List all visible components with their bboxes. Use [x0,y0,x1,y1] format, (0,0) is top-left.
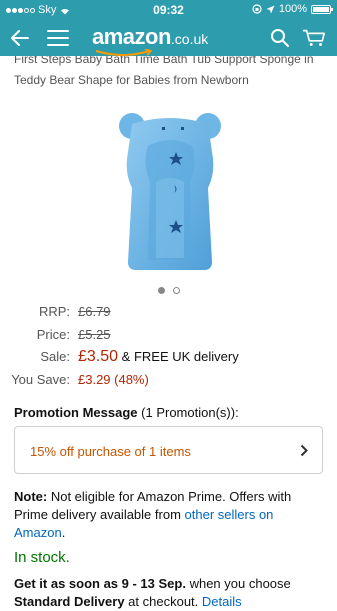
battery-percent: 100% [278,3,307,15]
promotion-count: (1 Promotion(s)): [141,405,239,420]
promotion-offer-text: 15% off purchase of 1 items [30,444,191,459]
sale-row: Sale: £3.50 & FREE UK delivery [0,348,337,368]
product-image[interactable] [118,112,222,272]
image-pager[interactable] [0,287,337,294]
prime-note: Note: Not eligible for Amazon Prime. Off… [14,488,326,542]
delivery-rest: when you choose [189,576,291,591]
brand-name: amazon [92,24,171,49]
rrp-row: RRP: £6.79 [0,304,337,324]
delivery-lead: Get it as soon as 9 - 13 Sep. [14,576,186,591]
pager-dot[interactable] [157,287,165,294]
you-save-value: £3.29 (48%) [78,372,149,387]
chevron-right-icon [300,444,308,457]
cart-icon[interactable] [302,26,326,50]
status-right: 100% [252,3,333,15]
brand-domain: .co.uk [170,31,209,47]
delivery-option: Standard Delivery [14,594,125,609]
promotion-offer-button[interactable]: 15% off purchase of 1 items [14,426,323,474]
header-bar: amazon.co.uk [0,20,337,56]
rrp-value: £6.79 [78,304,111,319]
you-save-row: You Save: £3.29 (48%) [0,372,337,392]
product-title-line2: Teddy Bear Shape for Babies from Newborn [14,73,249,87]
search-icon[interactable] [268,26,292,50]
price-row: Price: £5.25 [0,327,337,347]
back-arrow-icon[interactable] [8,26,32,50]
promotion-title: Promotion Message [14,405,138,420]
orientation-lock-icon [252,4,262,14]
details-link[interactable]: Details [202,594,242,609]
note-label: Note: [14,489,48,504]
amazon-logo[interactable]: amazon.co.uk [92,24,209,56]
location-icon [266,5,275,13]
sale-price: £3.50 [78,348,119,365]
sale-value-group: £3.50 & FREE UK delivery [78,348,239,366]
delivery-info: Get it as soon as 9 - 13 Sep. when you c… [14,575,329,611]
note-end: . [61,525,66,540]
rrp-label: RRP: [38,304,70,319]
you-save-label: You Save: [11,372,70,387]
price-label: Price: [36,327,70,342]
product-title-line1: First Steps Baby Bath Time Bath Tub Supp… [14,56,314,66]
menu-icon[interactable] [46,26,70,50]
price-value: £5.25 [78,327,111,342]
free-delivery-text: & FREE UK delivery [121,349,239,364]
delivery-rest2: at checkout. [128,594,199,609]
sale-label: Sale: [40,349,70,364]
promotion-heading: Promotion Message (1 Promotion(s)): [14,405,239,420]
status-bar: Sky 09:32 100% [0,0,337,20]
battery-icon [311,4,333,14]
stock-status: In stock. [14,549,70,566]
pager-dot[interactable] [172,287,180,294]
